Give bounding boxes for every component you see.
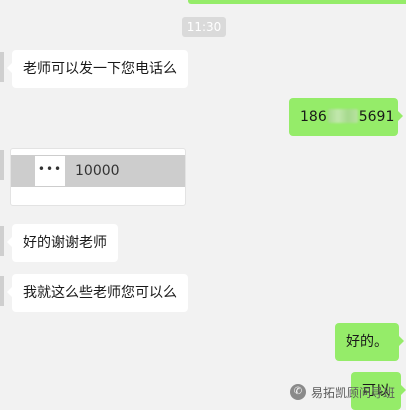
message-card[interactable]: ••• 10000	[10, 148, 186, 206]
message-outgoing[interactable]: 好的。	[335, 323, 404, 361]
time-divider: 11:30	[182, 17, 226, 37]
wechat-icon: ✆	[290, 384, 306, 400]
more-icon: •••	[35, 156, 65, 186]
watermark: ✆ 易拓凯顾问导班	[290, 381, 395, 403]
message-incoming[interactable]: 老师可以发一下您电话么	[7, 50, 188, 88]
phone-prefix: 186	[300, 109, 327, 125]
avatar[interactable]	[0, 52, 4, 82]
watermark-text: 易拓凯顾问导班	[311, 385, 396, 400]
redacted-digits	[327, 109, 358, 123]
avatar[interactable]	[0, 150, 4, 180]
message-incoming[interactable]: 好的谢谢老师	[7, 224, 118, 262]
card-preview: ••• 10000	[11, 155, 185, 187]
phone-suffix: 5691	[358, 109, 395, 125]
avatar[interactable]	[0, 226, 4, 256]
previous-message-edge	[188, 0, 406, 4]
avatar[interactable]	[0, 276, 4, 306]
message-incoming[interactable]: 我就这么些老师您可以么	[7, 274, 188, 312]
message-outgoing-phone[interactable]: 186 5691	[289, 98, 403, 136]
card-value: 10000	[75, 163, 120, 179]
